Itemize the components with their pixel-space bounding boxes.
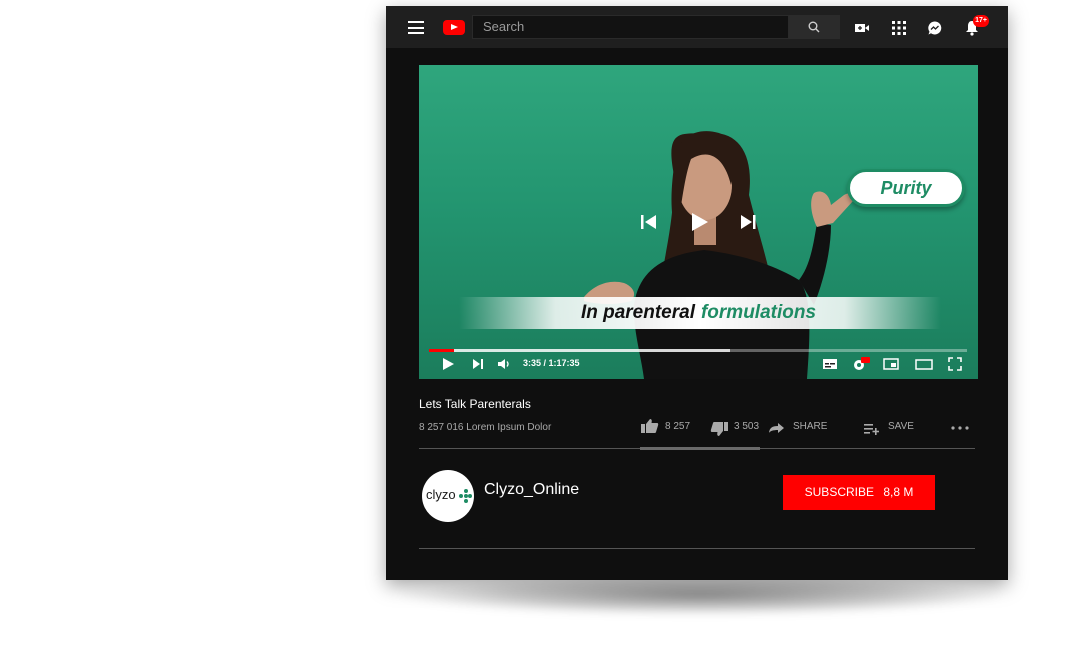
progress-buffered (429, 349, 730, 352)
subscribe-button[interactable]: SUBSCRIBE 8,8 M (783, 475, 935, 510)
dislike-icon[interactable] (710, 421, 729, 437)
like-icon[interactable] (640, 418, 659, 434)
notification-badge: 17+ (973, 15, 989, 27)
avatar-text: clyzo (426, 487, 456, 502)
purity-callout: Purity (847, 169, 965, 207)
like-ratio-bar (640, 447, 760, 450)
subtitles-icon[interactable] (822, 357, 838, 371)
next-icon[interactable] (471, 357, 485, 371)
next-center-icon[interactable] (741, 215, 756, 229)
volume-icon[interactable] (497, 357, 511, 371)
dislike-count[interactable]: 3 503 (734, 421, 759, 432)
lower-third-black: In parenteral (580, 302, 695, 323)
create-video-icon[interactable] (854, 20, 870, 36)
save-button[interactable]: SAVE (888, 421, 914, 432)
play-center-icon[interactable] (692, 213, 708, 231)
center-controls (641, 213, 756, 231)
lower-third-text: In parenteral formulations (419, 298, 978, 328)
channel-avatar[interactable]: clyzo (422, 470, 474, 522)
video-title: Lets Talk Parenterals (419, 397, 531, 411)
search-icon (808, 21, 820, 33)
subscriber-count: 8,8 M (883, 485, 914, 499)
view-count: 8 257 016 Lorem Ipsum Dolor (419, 422, 552, 433)
save-playlist-icon[interactable] (864, 423, 879, 435)
subscribe-label: SUBSCRIBE (804, 485, 874, 499)
search-input[interactable]: Search (472, 15, 789, 39)
time-display: 3:35 / 1:17:35 (523, 358, 580, 368)
share-icon[interactable] (768, 422, 785, 434)
divider (419, 548, 975, 549)
search-button[interactable] (789, 15, 840, 39)
lower-third-green: formulations (700, 302, 817, 323)
share-button[interactable]: SHARE (793, 421, 827, 432)
progress-played (429, 349, 454, 352)
avatar-dots-icon (459, 489, 472, 503)
apps-grid-icon[interactable] (891, 20, 907, 36)
window-shadow (400, 575, 1000, 615)
theater-mode-icon[interactable] (915, 357, 933, 371)
miniplayer-icon[interactable] (883, 357, 899, 371)
play-icon[interactable] (441, 357, 455, 371)
top-bar: Search 17+ (386, 6, 1008, 48)
menu-icon[interactable] (408, 21, 424, 34)
video-player[interactable]: Purity In parenteral formulations 3:35 /… (419, 65, 978, 379)
youtube-logo[interactable] (443, 20, 465, 35)
channel-name[interactable]: Clyzo_Online (484, 481, 579, 499)
more-options-icon[interactable] (951, 426, 969, 430)
previous-center-icon[interactable] (641, 215, 656, 229)
fullscreen-icon[interactable] (948, 357, 962, 371)
youtube-window: Search 17+ Purity In parenteral formulat… (386, 6, 1008, 580)
settings-hd-icon[interactable] (852, 357, 870, 371)
like-count[interactable]: 8 257 (665, 421, 690, 432)
messages-icon[interactable] (927, 20, 943, 36)
